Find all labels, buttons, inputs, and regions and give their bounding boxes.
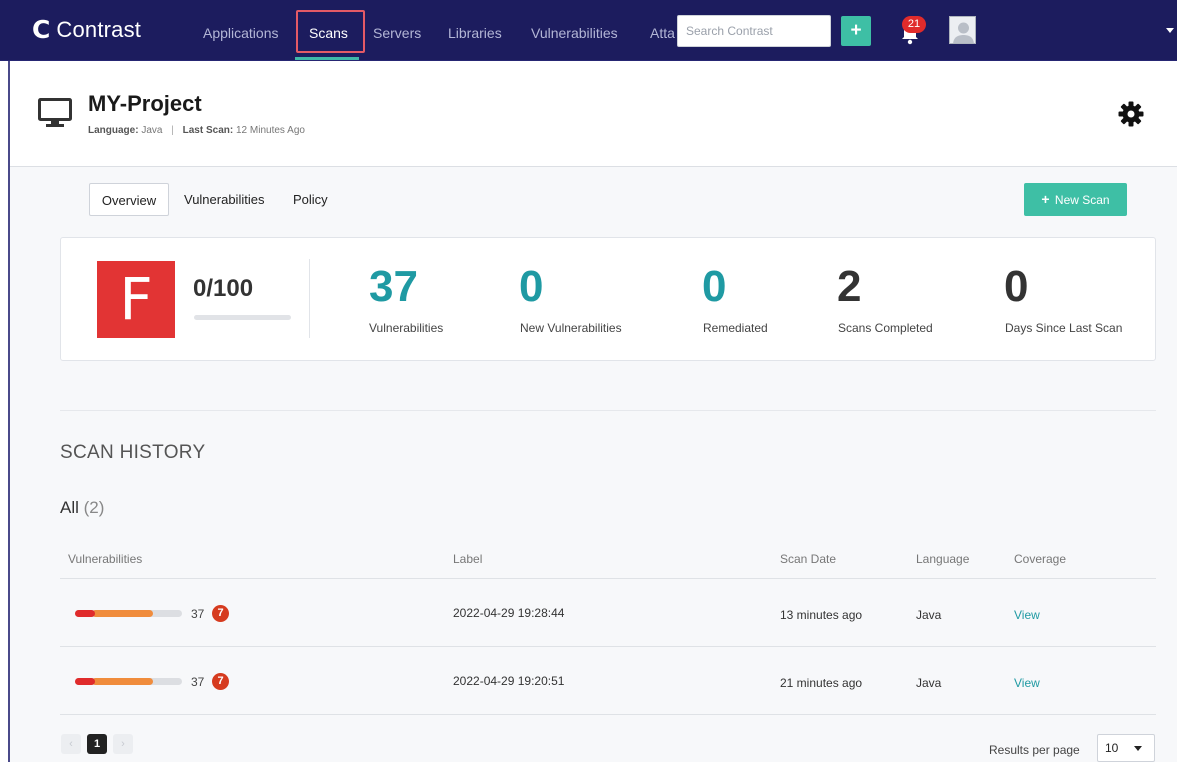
pagination-prev-button[interactable]: ‹ [61,734,81,754]
scan-label[interactable]: 2022-04-29 19:28:44 [453,605,564,621]
severity-bar-high [92,610,153,617]
column-header-scan-date[interactable]: Scan Date [780,551,836,567]
project-metadata: Language: Java | Last Scan: 12 Minutes A… [88,124,305,137]
row-divider [60,646,1156,647]
scan-date: 13 minutes ago [780,608,863,622]
plus-icon: + [1041,191,1050,207]
score-progress-bar [194,315,291,320]
new-scan-button[interactable]: + New Scan [1024,183,1127,216]
scan-label[interactable]: 2022-04-29 19:20:51 [453,673,564,689]
brand-name: Contrast [56,17,142,42]
stat-vulnerabilities-label: Vulnerabilities [369,321,444,335]
results-per-page-label: Results per page [989,743,1080,757]
stat-remediated-label: Remediated [703,321,768,335]
pagination-next-button[interactable]: › [113,734,133,754]
filter-all-label: All [60,498,79,517]
nav-item-vulnerabilities[interactable]: Vulnerabilities [531,24,618,42]
nav-item-servers[interactable]: Servers [373,24,421,42]
avatar[interactable] [949,16,976,44]
column-header-language[interactable]: Language [916,551,969,567]
stat-new-vulnerabilities-label: New Vulnerabilities [520,321,622,335]
new-scan-label: New Scan [1054,193,1110,207]
tab-vulnerabilities[interactable]: Vulnerabilities [184,183,264,216]
active-nav-highlight [296,10,365,53]
top-navigation-bar: C Contrast Applications Scans Servers Li… [0,0,1177,61]
scan-language: Java [916,676,942,690]
card-divider [309,259,310,338]
contrast-logo[interactable]: C Contrast [32,17,141,43]
stat-days-since-last-scan-label: Days Since Last Scan [1005,321,1123,335]
stat-scans-completed-label: Scans Completed [838,321,933,335]
contrast-logo-icon: C [32,15,51,44]
page-title: MY-Project [88,91,202,116]
filter-all[interactable]: All (2) [60,497,104,519]
severity-bar-critical [75,678,95,685]
active-nav-underline [295,57,359,60]
column-header-vulnerabilities[interactable]: Vulnerabilities [68,551,142,567]
coverage-view-link[interactable]: View [1014,675,1040,691]
monitor-icon [38,98,72,127]
user-avatar-icon [953,22,974,43]
tab-overview[interactable]: Overview [89,183,169,216]
new-vulnerability-badge: 7 [212,605,229,622]
filter-all-count: (2) [83,498,105,517]
vulnerability-count: 37 [191,675,205,689]
stat-vulnerabilities-value: 37 [369,262,418,311]
table-header-divider [60,578,1156,579]
language-label: Language: [88,125,139,136]
chevron-down-icon[interactable] [1166,28,1174,33]
new-vulnerability-badge: 7 [212,673,229,690]
results-per-page-select[interactable]: 10 [1097,734,1155,762]
column-header-coverage[interactable]: Coverage [1014,551,1066,567]
last-scan-label: Last Scan: [182,125,234,136]
language-value: Java [141,125,163,136]
pagination-page-button[interactable]: 1 [87,734,107,754]
severity-bar-high [92,678,153,685]
search-input[interactable] [677,15,831,47]
gear-icon[interactable] [1117,100,1145,128]
nav-item-libraries[interactable]: Libraries [448,24,502,42]
nav-item-applications[interactable]: Applications [203,24,279,42]
column-header-label[interactable]: Label [453,551,482,567]
last-scan-value: 12 Minutes Ago [236,125,305,136]
grade-badge: F [97,261,175,338]
stat-remediated-value: 0 [702,262,727,311]
add-button[interactable]: + [841,16,871,46]
coverage-view-link[interactable]: View [1014,607,1040,623]
scan-language: Java [916,608,942,622]
scan-history-title: SCAN HISTORY [60,442,206,463]
nav-item-attacks[interactable]: Atta [650,24,675,42]
chevron-down-icon[interactable] [1134,746,1142,751]
notification-count-badge: 21 [902,16,926,33]
scan-date: 21 minutes ago [780,676,863,690]
stat-days-since-last-scan-value: 0 [1004,262,1029,311]
row-divider [60,714,1156,715]
vulnerability-count: 37 [191,607,205,621]
severity-bar-critical [75,610,95,617]
section-divider [60,410,1156,411]
score-value: 0/100 [193,275,254,302]
tab-policy[interactable]: Policy [293,183,328,216]
stat-scans-completed-value: 2 [837,262,862,311]
stat-new-vulnerabilities-value: 0 [519,262,544,311]
meta-separator: | [171,125,174,136]
